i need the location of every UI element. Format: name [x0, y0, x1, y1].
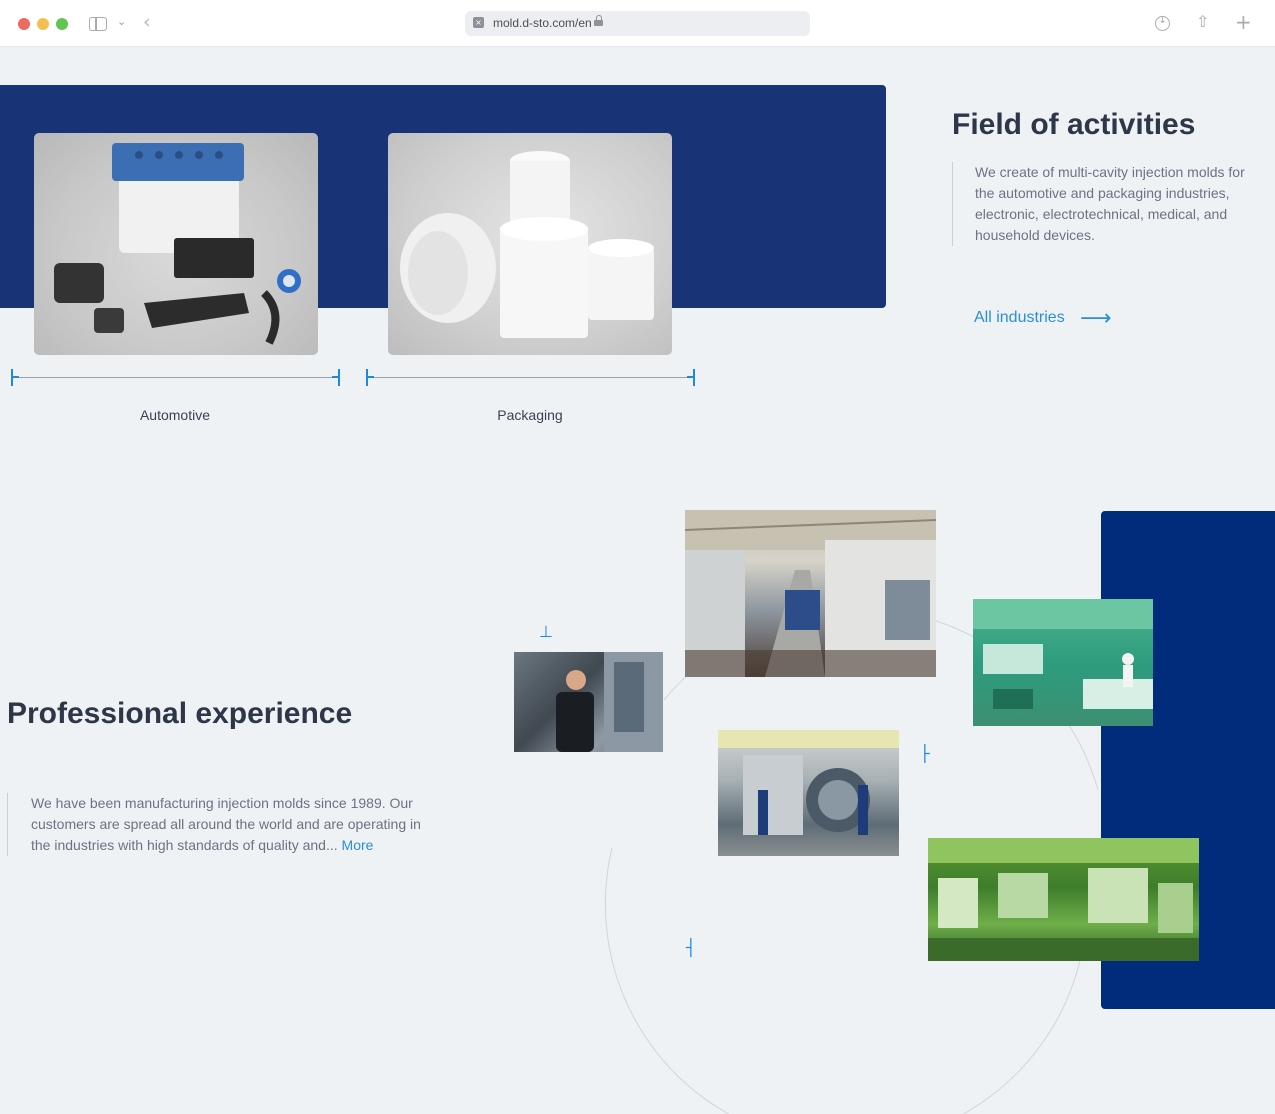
experience-title: Professional experience [7, 697, 353, 730]
worker-photo [514, 652, 663, 752]
production-floor-photo [928, 838, 1199, 961]
experience-description: We have been manufacturing injection mol… [7, 793, 437, 856]
more-link[interactable]: More [342, 837, 374, 853]
marker-icon: ├ [920, 744, 930, 763]
machine-photo [718, 730, 899, 856]
marker-icon: ┤ [686, 938, 696, 957]
workshop-hall-photo [685, 510, 936, 677]
marker-icon: ⊥ [539, 622, 553, 641]
laboratory-photo [973, 599, 1153, 726]
